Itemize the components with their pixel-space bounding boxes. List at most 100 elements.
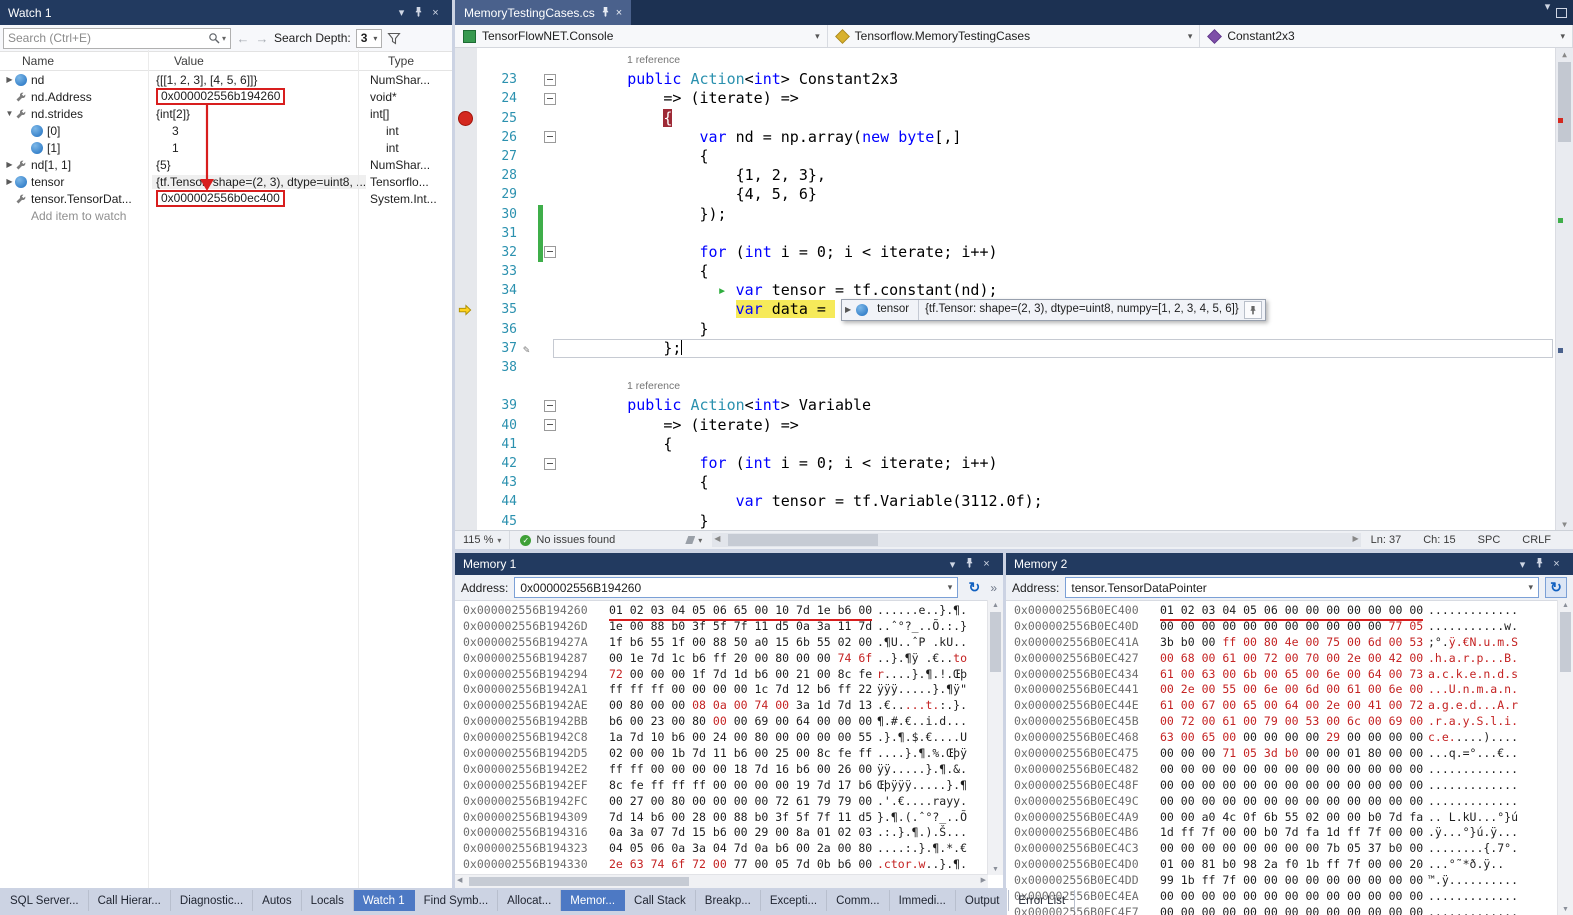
watch-value-cell[interactable]: {int[2]}: [152, 107, 366, 121]
breakpoint-margin[interactable]: [455, 147, 477, 166]
datatip-expander-icon[interactable]: ▶: [845, 300, 851, 319]
memory-row[interactable]: 0x000002556B0EC4D001 00 81 b0 98 2a f0 1…: [1014, 857, 1558, 873]
bottom-tab-error-list[interactable]: Error List: [1009, 890, 1075, 911]
code-line-37[interactable]: 37✎ };: [455, 339, 1556, 358]
memory-hex-bytes[interactable]: 02 00 00 1b 7d 11 b6 00 25 00 8c fe ff: [609, 746, 877, 762]
watch-value-cell[interactable]: 0x000002556b0ec400: [152, 190, 366, 207]
memory-row[interactable]: 0x000002556B0EC41A3b b0 00 ff 00 80 4e 0…: [1014, 635, 1558, 651]
memory-row[interactable]: 0x000002556B1942E2ff ff 00 00 00 00 18 7…: [463, 762, 988, 778]
memory-hex-bytes[interactable]: 99 1b ff 7f 00 00 00 00 00 00 00 00 00: [1160, 873, 1428, 889]
memory-hex-bytes[interactable]: 00 00 00 00 00 00 00 00 00 00 00 00 00: [1160, 905, 1428, 915]
memory-hex-bytes[interactable]: 00 80 00 00 08 0a 00 74 00 3a 1d 7d 13: [609, 698, 877, 714]
watch-name-cell[interactable]: [0]: [0, 124, 168, 138]
outlining-collapse-icon[interactable]: [544, 246, 556, 258]
search-depth-select[interactable]: 3 ▾: [356, 29, 383, 48]
scroll-left-icon[interactable]: ◀: [457, 876, 462, 884]
status-column[interactable]: Ch: 15: [1423, 534, 1455, 546]
memory-hex-bytes[interactable]: ff ff ff 00 00 00 00 1c 7d 12 b6 ff 22: [609, 682, 877, 698]
editor-scrollbar[interactable]: ▲ ▼: [1555, 48, 1573, 531]
code-line-44[interactable]: 44 var tensor = tf.Variable(3112.0f);: [455, 492, 1556, 511]
refresh-icon[interactable]: ↻: [964, 579, 984, 596]
tab-list-chevron-icon[interactable]: ▾: [1539, 0, 1556, 25]
filter-icon[interactable]: [387, 32, 401, 45]
breakpoint-margin[interactable]: [455, 224, 477, 243]
breakpoint-margin[interactable]: [455, 89, 477, 108]
status-line[interactable]: Ln: 37: [1371, 534, 1402, 546]
memory-row[interactable]: 0x000002556B1942AE00 80 00 00 08 0a 00 7…: [463, 698, 988, 714]
tab-memorytestingcases[interactable]: MemoryTestingCases.cs ×: [455, 0, 631, 25]
pin-icon[interactable]: [1244, 301, 1262, 319]
close-icon[interactable]: ×: [1548, 558, 1565, 570]
document-health[interactable]: ✓ No issues found: [510, 534, 625, 546]
code-line-41[interactable]: 41 {: [455, 435, 1556, 454]
breakpoint-margin[interactable]: [455, 492, 477, 511]
memory-row[interactable]: 0x000002556B0EC4B61d ff 7f 00 00 b0 7d f…: [1014, 825, 1558, 841]
memory-row[interactable]: 0x000002556B1942BBb6 00 23 00 80 00 00 6…: [463, 714, 988, 730]
watch-value-cell[interactable]: {[[1, 2, 3], [4, 5, 6]]}: [152, 73, 366, 87]
codelens-references[interactable]: 1 reference: [627, 51, 680, 70]
search-icon[interactable]: [208, 32, 220, 44]
memory-row[interactable]: 0x000002556B0EC40001 02 03 04 05 06 00 0…: [1014, 603, 1558, 619]
breakpoint-margin[interactable]: [455, 320, 477, 339]
scroll-down-icon[interactable]: ▼: [1558, 906, 1573, 913]
scroll-down-icon[interactable]: ▼: [988, 866, 1003, 873]
outlining-collapse-icon[interactable]: [544, 458, 556, 470]
column-header-type[interactable]: Type: [384, 54, 452, 68]
memory-row[interactable]: 0x000002556B0EC44E61 00 67 00 65 00 64 0…: [1014, 698, 1558, 714]
expander-icon[interactable]: ▶: [4, 177, 15, 186]
scroll-up-icon[interactable]: ▲: [1556, 50, 1573, 59]
watch-row[interactable]: [1]1int: [0, 139, 452, 156]
window-position-icon[interactable]: ▾: [944, 558, 961, 571]
memory-row[interactable]: 0x000002556B0EC4F700 00 00 00 00 00 00 0…: [1014, 905, 1558, 915]
memory-hex-bytes[interactable]: 00 2e 00 55 00 6e 00 6d 00 61 00 6e 00: [1160, 682, 1428, 698]
watch-row[interactable]: ▼nd.strides{int[2]}int[]: [0, 105, 452, 122]
search-input[interactable]: Search (Ctrl+E) ▾: [3, 28, 231, 49]
memory-row[interactable]: 0x000002556B19432304 05 06 0a 3a 04 7d 0…: [463, 841, 988, 857]
code-line-28[interactable]: 28 {1, 2, 3},: [455, 166, 1556, 185]
member-dropdown[interactable]: Constant2x3 ▾: [1200, 25, 1573, 47]
memory-hex-bytes[interactable]: 00 00 00 00 00 00 00 00 00 00 00 00 00: [1160, 778, 1428, 794]
memory-hex-bytes[interactable]: 00 00 00 00 00 00 00 00 00 00 00 00 00: [1160, 889, 1428, 905]
column-header-name[interactable]: Name: [0, 54, 170, 68]
close-icon[interactable]: ×: [427, 7, 444, 19]
type-dropdown[interactable]: Tensorflow.MemoryTestingCases ▾: [828, 25, 1201, 47]
breakpoint-margin[interactable]: [455, 435, 477, 454]
memory2-rows[interactable]: 0x000002556B0EC40001 02 03 04 05 06 00 0…: [1006, 600, 1558, 915]
scrollbar-thumb[interactable]: [469, 877, 689, 886]
horizontal-scrollbar[interactable]: ◀ ▶: [712, 533, 1360, 547]
breakpoint-margin[interactable]: [455, 166, 477, 185]
watch-row[interactable]: tensor.TensorDat...0x000002556b0ec400Sys…: [0, 190, 452, 207]
pin-icon[interactable]: [961, 557, 978, 571]
close-icon[interactable]: ×: [978, 558, 995, 570]
float-window-icon[interactable]: [1556, 8, 1567, 18]
bottom-tab-sql-server[interactable]: SQL Server...: [1, 890, 89, 911]
scrollbar-thumb[interactable]: [728, 534, 878, 546]
memory-hex-bytes[interactable]: 00 00 00 00 00 00 00 00 00 00 00 00 00: [1160, 794, 1428, 810]
watch-row[interactable]: nd.Address0x000002556b194260void*: [0, 88, 452, 105]
memory-row[interactable]: 0x000002556B0EC47500 00 00 71 05 3d b0 0…: [1014, 746, 1558, 762]
code-editor[interactable]: 1 reference23 public Action<int> Constan…: [455, 48, 1573, 531]
code-line-43[interactable]: 43 {: [455, 473, 1556, 492]
scroll-right-icon[interactable]: ▶: [1352, 534, 1358, 543]
breakpoint-margin[interactable]: [455, 396, 477, 415]
expander-icon[interactable]: ▼: [4, 109, 15, 118]
memory-row[interactable]: 0x000002556B0EC45B00 72 00 61 00 79 00 5…: [1014, 714, 1558, 730]
toolbar-overflow-icon[interactable]: »: [990, 581, 997, 595]
memory-row[interactable]: 0x000002556B0EC43461 00 63 00 6b 00 65 0…: [1014, 667, 1558, 683]
watch-value-cell[interactable]: 3: [168, 124, 382, 138]
memory-hex-bytes[interactable]: 0a 3a 07 7d 15 b6 00 29 00 8a 01 02 03: [609, 825, 877, 841]
breakpoint-icon[interactable]: [458, 111, 473, 126]
memory1-vscrollbar[interactable]: ▲ ▼: [987, 600, 1003, 875]
bottom-tab-output[interactable]: Output: [956, 890, 1010, 911]
scroll-down-icon[interactable]: ▼: [1556, 520, 1573, 529]
watch-row[interactable]: [0]3int: [0, 122, 452, 139]
memory2-address-input[interactable]: tensor.TensorDataPointer ▾: [1065, 577, 1539, 598]
memory-row[interactable]: 0x000002556B1942FC00 27 00 80 00 00 00 0…: [463, 794, 988, 810]
window-position-icon[interactable]: ▾: [393, 6, 410, 19]
memory-row[interactable]: 0x000002556B0EC48F00 00 00 00 00 00 00 0…: [1014, 778, 1558, 794]
breakpoint-margin[interactable]: [455, 339, 477, 358]
code-line-29[interactable]: 29 {4, 5, 6}: [455, 185, 1556, 204]
bottom-tab-find-symb[interactable]: Find Symb...: [415, 890, 499, 911]
memory-hex-bytes[interactable]: 04 05 06 0a 3a 04 7d 0a b6 00 2a 00 80: [609, 841, 877, 857]
watch-name-cell[interactable]: tensor.TensorDat...: [0, 192, 152, 206]
